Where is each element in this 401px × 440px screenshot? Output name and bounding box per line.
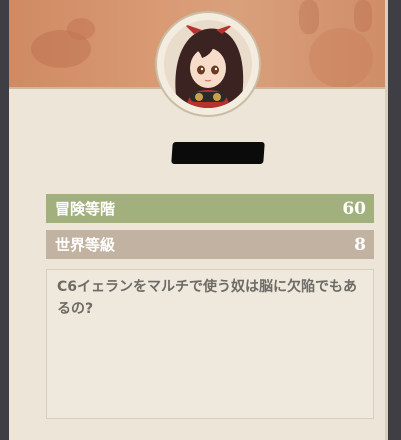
adventure-rank-row: 冒険等階 60: [46, 194, 374, 223]
signature-box: C6イェランをマルチで使う奴は脳に欠陥でもあるの?: [46, 269, 374, 419]
world-level-value: 8: [354, 234, 366, 255]
world-level-label: 世界等級: [55, 236, 116, 254]
card-edge: [385, 0, 388, 440]
banner-decoration: [309, 28, 373, 87]
profile-screen: 冒険等階 60 世界等級 8 C6イェランをマルチで使う奴は脳に欠陥でもあるの?: [0, 0, 401, 440]
avatar-frame[interactable]: [157, 13, 259, 115]
profile-card: 冒険等階 60 世界等級 8 C6イェランをマルチで使う奴は脳に欠陥でもあるの?: [9, 0, 388, 440]
banner-decoration: [299, 0, 319, 34]
banner-decoration: [67, 18, 95, 40]
world-level-row: 世界等級 8: [46, 230, 374, 259]
banner-decoration: [354, 0, 372, 32]
adventure-rank-label: 冒険等階: [55, 200, 116, 218]
adventure-rank-value: 60: [342, 198, 366, 219]
player-name-redacted: [171, 142, 265, 164]
signature-text: C6イェランをマルチで使う奴は脳に欠陥でもあるの?: [57, 279, 358, 317]
character-avatar-icon: [164, 20, 252, 108]
